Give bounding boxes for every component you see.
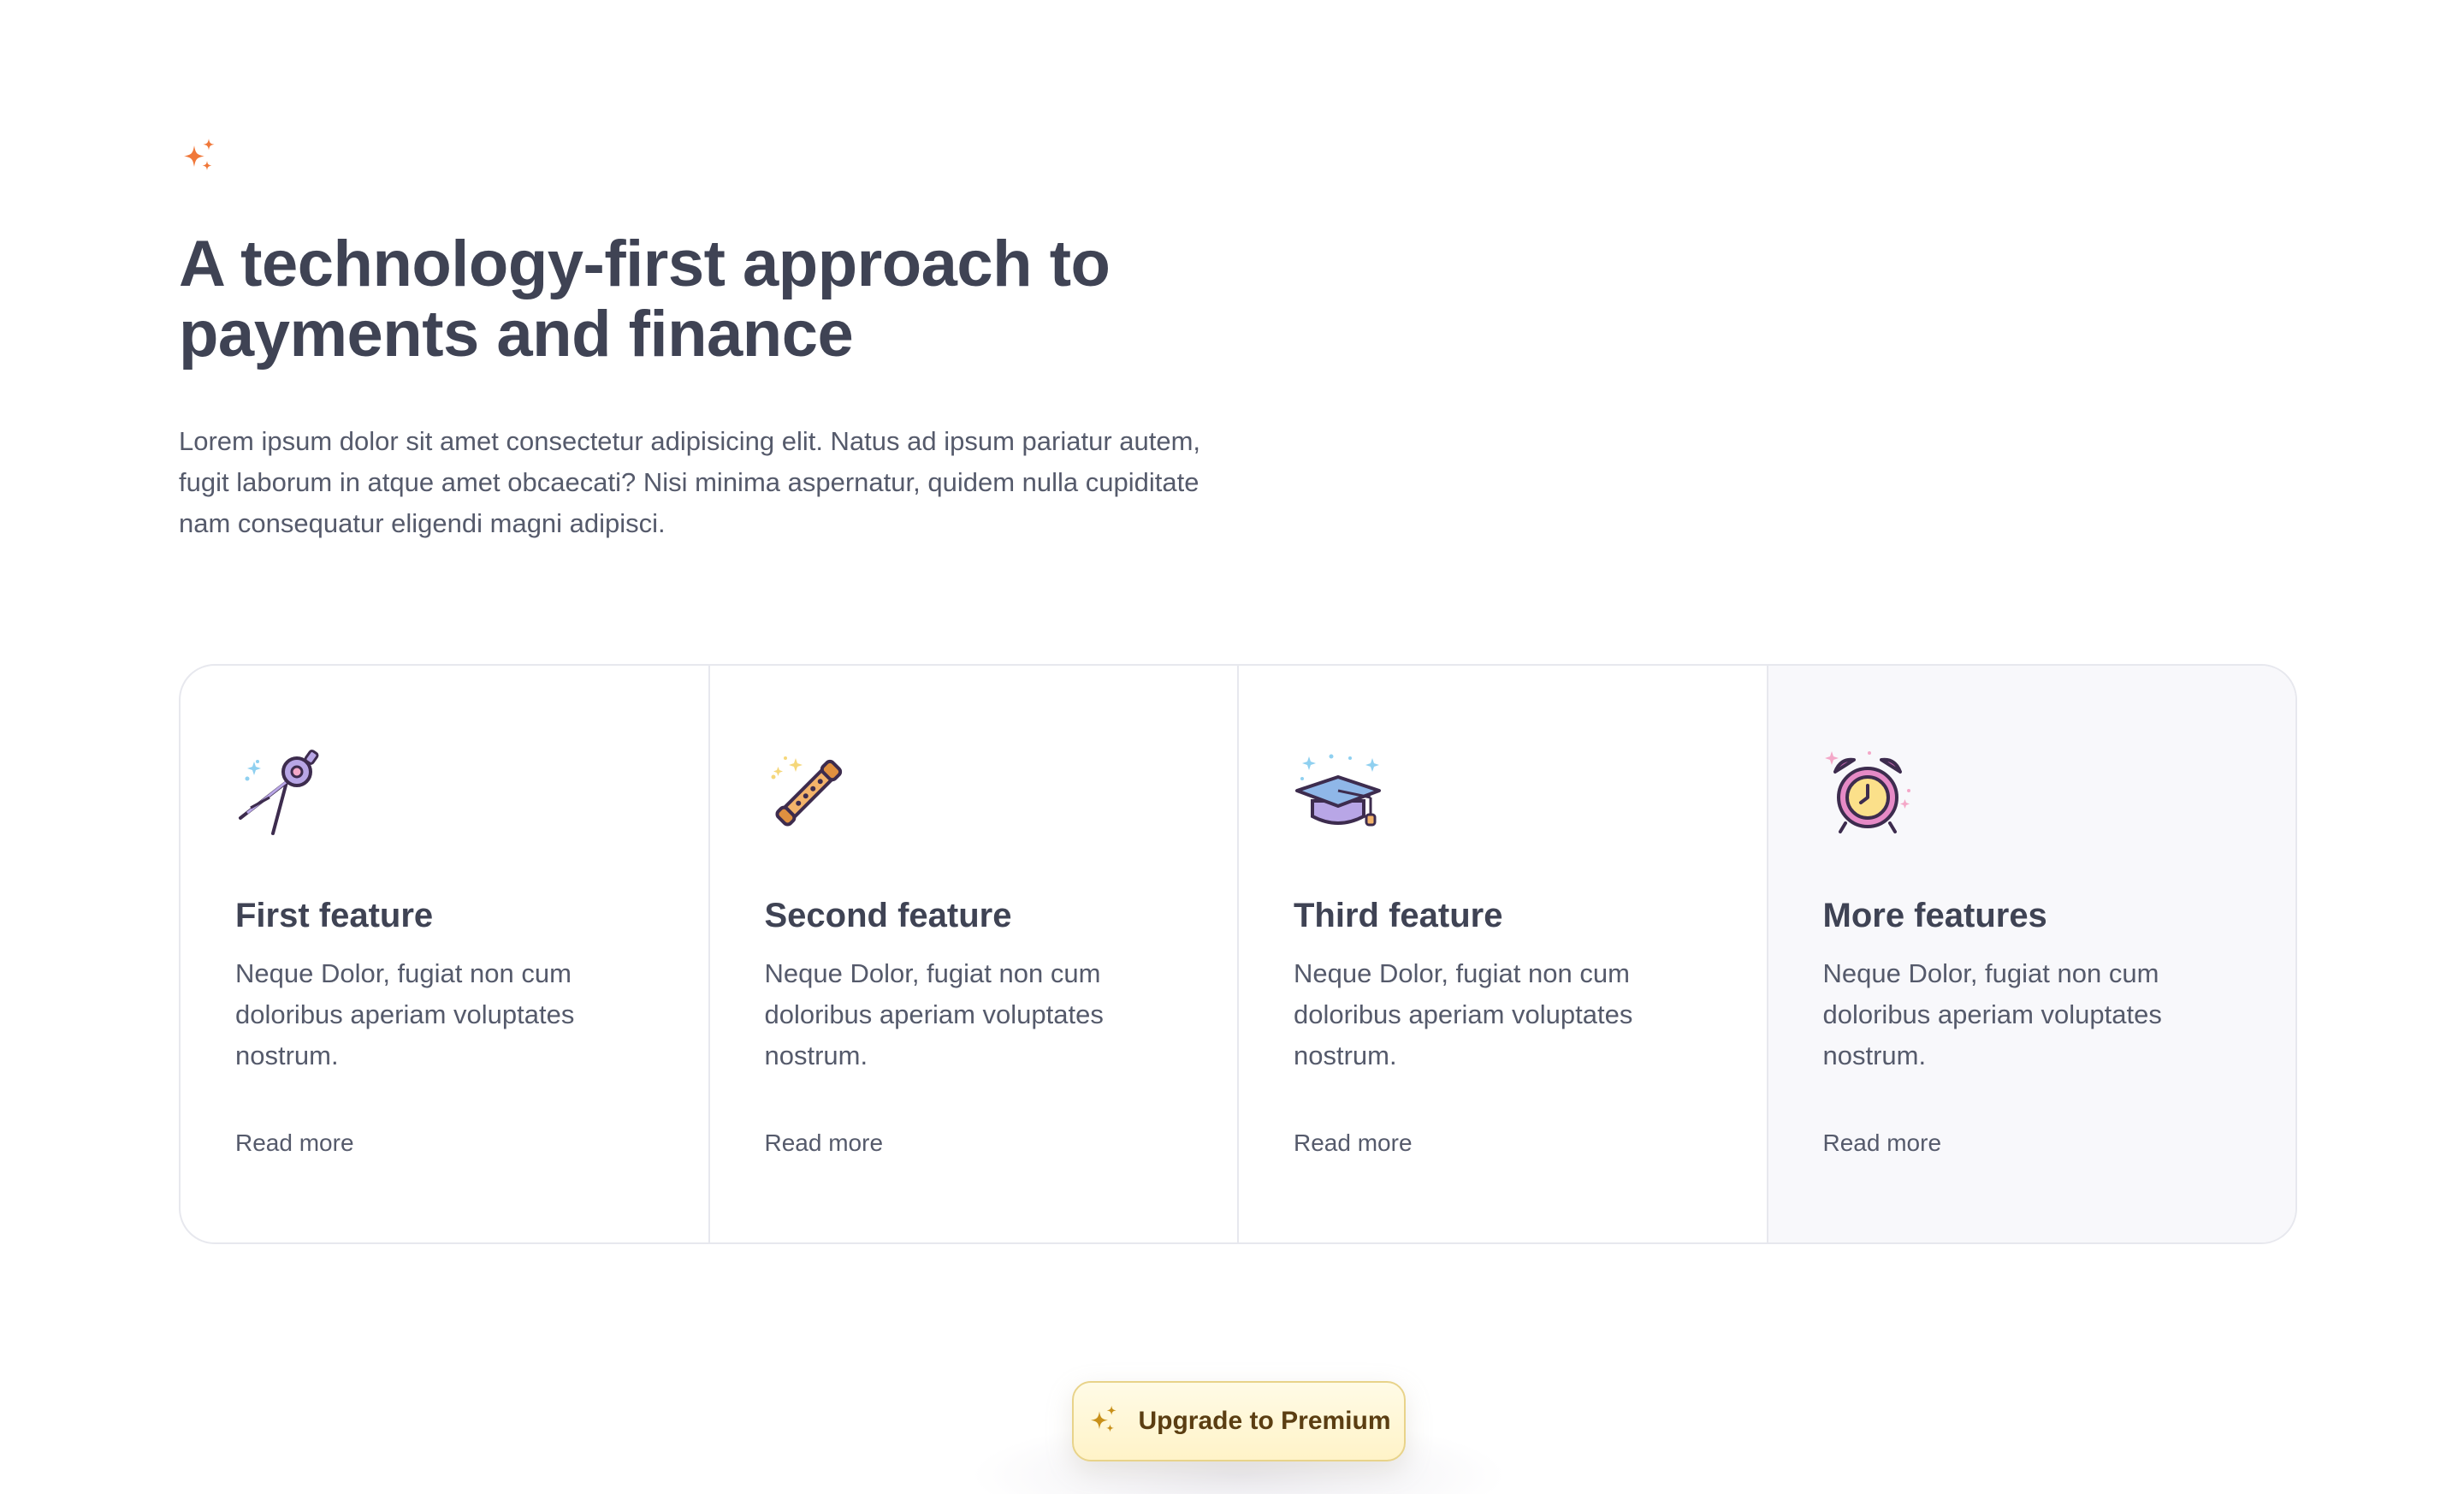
feature-description: Neque Dolor, fugiat non cum doloribus ap… [1294, 958, 1633, 1070]
compass-drafting-icon [239, 750, 319, 835]
feature-title: First feature [235, 897, 434, 934]
feature-description: Neque Dolor, fugiat non cum doloribus ap… [235, 958, 575, 1070]
hero-section: A technology-first approach to payments … [179, 137, 1291, 544]
read-more-link[interactable]: Read more [1823, 1128, 1942, 1159]
read-more-link[interactable]: Read more [235, 1128, 354, 1159]
page: A technology-first approach to payments … [0, 0, 2464, 1494]
feature-card-second: Second feature Neque Dolor, fugiat non c… [710, 666, 1239, 1242]
feature-description: Neque Dolor, fugiat non cum doloribus ap… [1822, 958, 2162, 1070]
feature-title: More features [1822, 897, 2047, 934]
upgrade-to-premium-button[interactable]: Upgrade to Premium [1072, 1381, 1406, 1461]
read-more-link[interactable]: Read more [765, 1128, 884, 1159]
read-more-link[interactable]: Read more [1294, 1128, 1413, 1159]
feature-title: Third feature [1294, 897, 1503, 934]
sparkles-icon [1091, 1405, 1117, 1432]
page-title: A technology-first approach to payments … [179, 228, 1111, 371]
upgrade-button-label: Upgrade to Premium [1138, 1407, 1391, 1435]
upgrade-section: Upgrade to Premium [969, 1381, 1508, 1494]
feature-description: Neque Dolor, fugiat non cum doloribus ap… [764, 958, 1104, 1070]
feature-card-first: First feature Neque Dolor, fugiat non cu… [181, 666, 710, 1242]
feature-card-third: Third feature Neque Dolor, fugiat non cu… [1239, 666, 1768, 1242]
flute-icon [771, 756, 842, 827]
hero-description: Lorem ipsum dolor sit amet consectetur a… [179, 426, 1201, 538]
alarm-clock-icon [1824, 751, 1910, 833]
feature-title: Second feature [764, 897, 1012, 934]
feature-cards: First feature Neque Dolor, fugiat non cu… [179, 664, 2297, 1244]
graduation-cap-icon [1295, 754, 1381, 827]
sparkles-icon [184, 139, 215, 170]
feature-card-more: More features Neque Dolor, fugiat non cu… [1768, 666, 2295, 1242]
